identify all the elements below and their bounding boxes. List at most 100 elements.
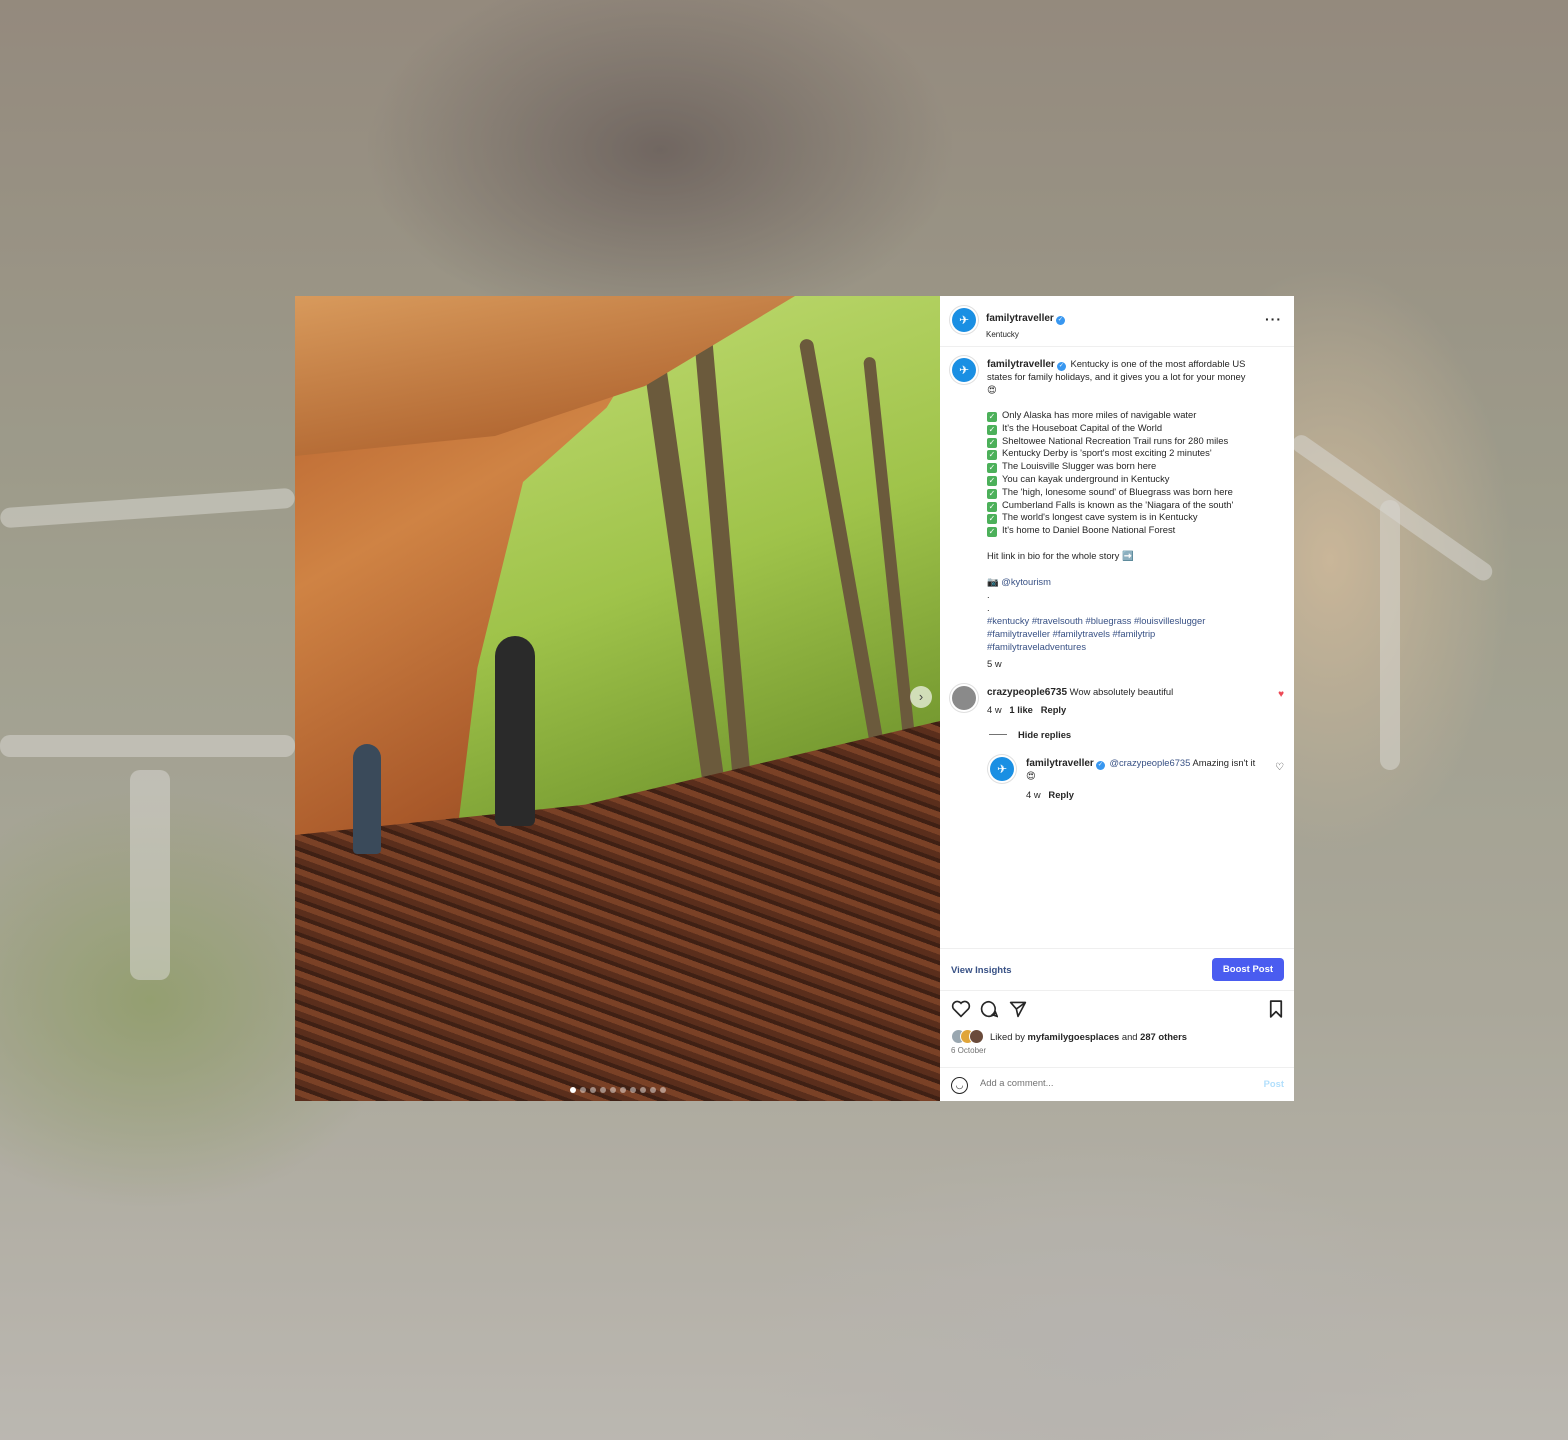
caption-link-line: Hit link in bio for the whole story ➡️ bbox=[987, 550, 1134, 561]
emoji-icon[interactable]: ◡ bbox=[951, 1077, 968, 1094]
caption-fact-text: The Louisville Slugger was born here bbox=[1002, 460, 1157, 472]
likes-summary: Liked by myfamilygoesplaces and 287 othe… bbox=[990, 1031, 1187, 1042]
hide-replies-line bbox=[989, 734, 1007, 735]
comment-username[interactable]: crazypeople6735 bbox=[987, 687, 1067, 698]
liker-username[interactable]: myfamilygoesplaces bbox=[1028, 1031, 1120, 1042]
likers-avatars[interactable] bbox=[951, 1029, 987, 1044]
verified-icon: ✓ bbox=[1056, 362, 1066, 371]
carousel-dot[interactable] bbox=[579, 1087, 586, 1093]
check-icon: ✓ bbox=[987, 514, 997, 525]
likes-others-link[interactable]: 287 others bbox=[1140, 1031, 1187, 1042]
carousel-dot[interactable] bbox=[609, 1087, 616, 1093]
check-icon: ✓ bbox=[987, 476, 997, 486]
post-header: ✈ familytraveller ✓ Kentucky ··· bbox=[940, 296, 1294, 347]
post-modal: › ✈ familytraveller ✓ Kentucky ··· ✈ fami… bbox=[295, 296, 1294, 1101]
caption-time: 5 w bbox=[987, 658, 1002, 669]
post-location[interactable]: Kentucky bbox=[986, 330, 1067, 339]
caption-fact-text: The world's longest cave system is in Ke… bbox=[1002, 511, 1198, 523]
reply-time: 4 w bbox=[1026, 789, 1041, 800]
caption-fact-text: The 'high, lonesome sound' of Bluegrass … bbox=[1002, 485, 1233, 497]
caption-dot: . bbox=[987, 589, 990, 600]
post-comment-button[interactable]: Post bbox=[1264, 1078, 1284, 1089]
carousel-dot[interactable] bbox=[659, 1087, 666, 1093]
heart-icon[interactable] bbox=[951, 1000, 971, 1018]
caption-fact-text: Kentucky Derby is 'sport's most exciting… bbox=[1002, 447, 1212, 459]
reply-body: familytraveller ✓ @crazypeople6735 Amazin… bbox=[1026, 757, 1255, 771]
likes-prefix: Liked by bbox=[990, 1031, 1028, 1042]
likes-and: and bbox=[1119, 1031, 1141, 1042]
verified-icon: ✓ bbox=[1055, 316, 1065, 325]
credit-mention-link[interactable]: @kytourism bbox=[1001, 576, 1051, 587]
caption-header: familytraveller ✓ Kentucky is one of the … bbox=[987, 358, 1245, 372]
header-text: familytraveller ✓ Kentucky bbox=[986, 308, 1067, 339]
comment-input[interactable] bbox=[980, 1077, 1250, 1088]
caption-fact-text: You can kayak underground in Kentucky bbox=[1002, 473, 1170, 484]
caption-avatar[interactable]: ✈ bbox=[952, 358, 976, 382]
caption-fact: ✓ The Louisville Slugger was born here bbox=[987, 460, 1157, 474]
carousel-dot[interactable] bbox=[639, 1087, 646, 1093]
comment-icon[interactable] bbox=[980, 1000, 998, 1018]
reply-avatar[interactable]: ✈ bbox=[990, 757, 1014, 781]
caption-fact-text: Cumberland Falls is known as the 'Niagar… bbox=[1002, 498, 1234, 510]
post-image[interactable]: › bbox=[295, 296, 940, 1101]
caption-username[interactable]: familytraveller bbox=[987, 359, 1055, 370]
liker-avatar bbox=[969, 1029, 984, 1044]
comment-reply-button[interactable]: Reply bbox=[1041, 704, 1067, 715]
caption-fact-text: It's home to Daniel Boone National Fores… bbox=[1002, 524, 1176, 536]
carousel-indicator bbox=[295, 1087, 940, 1093]
reply-username[interactable]: familytraveller bbox=[1026, 758, 1094, 769]
hashtags[interactable]: #kentucky #travelsouth #bluegrass #louis… bbox=[987, 615, 1205, 628]
caption-fact: ✓ It's home to Daniel Boone National Fore… bbox=[987, 524, 1176, 538]
comment-meta: 4 w 1 like Reply bbox=[987, 704, 1066, 717]
add-comment-bar: ◡ Post bbox=[940, 1067, 1294, 1102]
carousel-dot[interactable] bbox=[649, 1087, 656, 1093]
caption-fact: ✓ You can kayak underground in Kentucky bbox=[987, 473, 1169, 486]
divider bbox=[940, 990, 1294, 991]
next-image-button[interactable]: › bbox=[910, 686, 932, 708]
comment-likes[interactable]: 1 like bbox=[1009, 704, 1032, 715]
boost-post-button[interactable]: Boost Post bbox=[1212, 958, 1284, 981]
check-icon: ✓ bbox=[987, 463, 997, 474]
carousel-dot[interactable] bbox=[599, 1087, 606, 1093]
camera-emoji: 📷 bbox=[987, 576, 999, 587]
check-icon: ✓ bbox=[987, 488, 997, 499]
carousel-dot[interactable] bbox=[619, 1087, 626, 1093]
reply-mention-link[interactable]: @crazypeople6735 bbox=[1109, 757, 1190, 768]
bookmark-icon[interactable] bbox=[1269, 1000, 1283, 1018]
carousel-dot[interactable] bbox=[589, 1087, 596, 1093]
check-icon: ✓ bbox=[987, 501, 997, 512]
check-icon: ✓ bbox=[987, 450, 997, 461]
carousel-dot[interactable] bbox=[569, 1087, 576, 1093]
reply-like-heart-icon[interactable]: ♡ bbox=[1275, 762, 1284, 773]
caption-dot: . bbox=[987, 602, 990, 613]
comment-time: 4 w bbox=[987, 704, 1002, 715]
avatar[interactable]: ✈ bbox=[952, 308, 976, 332]
verified-icon: ✓ bbox=[1095, 761, 1105, 770]
caption-intro-2: states for family holidays, and it gives… bbox=[987, 371, 1246, 382]
caption-emoji: 😍 bbox=[987, 384, 997, 395]
check-icon: ✓ bbox=[987, 424, 997, 435]
view-insights-link[interactable]: View Insights bbox=[951, 965, 1012, 976]
check-icon: ✓ bbox=[987, 412, 997, 422]
more-options-icon[interactable]: ··· bbox=[1265, 311, 1282, 327]
caption-intro: Kentucky is one of the most affordable U… bbox=[1070, 358, 1246, 369]
carousel-dot[interactable] bbox=[629, 1087, 636, 1093]
reply-reply-button[interactable]: Reply bbox=[1048, 789, 1074, 800]
hide-replies-button[interactable]: Hide replies bbox=[1018, 729, 1071, 742]
comment-like-heart-icon[interactable]: ♥ bbox=[1278, 689, 1284, 700]
reply-text: Amazing isn't it bbox=[1192, 757, 1256, 768]
caption-fact: ✓ The world's longest cave system is in K… bbox=[987, 511, 1198, 525]
share-icon[interactable] bbox=[1009, 1000, 1027, 1018]
hashtags[interactable]: #familytraveladventures bbox=[987, 641, 1086, 654]
hashtags[interactable]: #familytraveller #familytravels #familyt… bbox=[987, 628, 1155, 641]
username[interactable]: familytraveller bbox=[986, 313, 1054, 324]
hiker-figure bbox=[495, 636, 535, 826]
caption-fact-text: Sheltowee National Recreation Trail runs… bbox=[1002, 434, 1229, 446]
post-date: 6 October bbox=[951, 1046, 987, 1055]
caption-credit: 📷 @kytourism bbox=[987, 576, 1051, 589]
post-details-panel: ✈ familytraveller ✓ Kentucky ··· ✈ family… bbox=[940, 296, 1294, 1101]
check-icon: ✓ bbox=[987, 437, 997, 448]
hiker-figure bbox=[353, 744, 381, 854]
divider bbox=[940, 948, 1294, 949]
commenter-avatar[interactable] bbox=[952, 686, 976, 710]
